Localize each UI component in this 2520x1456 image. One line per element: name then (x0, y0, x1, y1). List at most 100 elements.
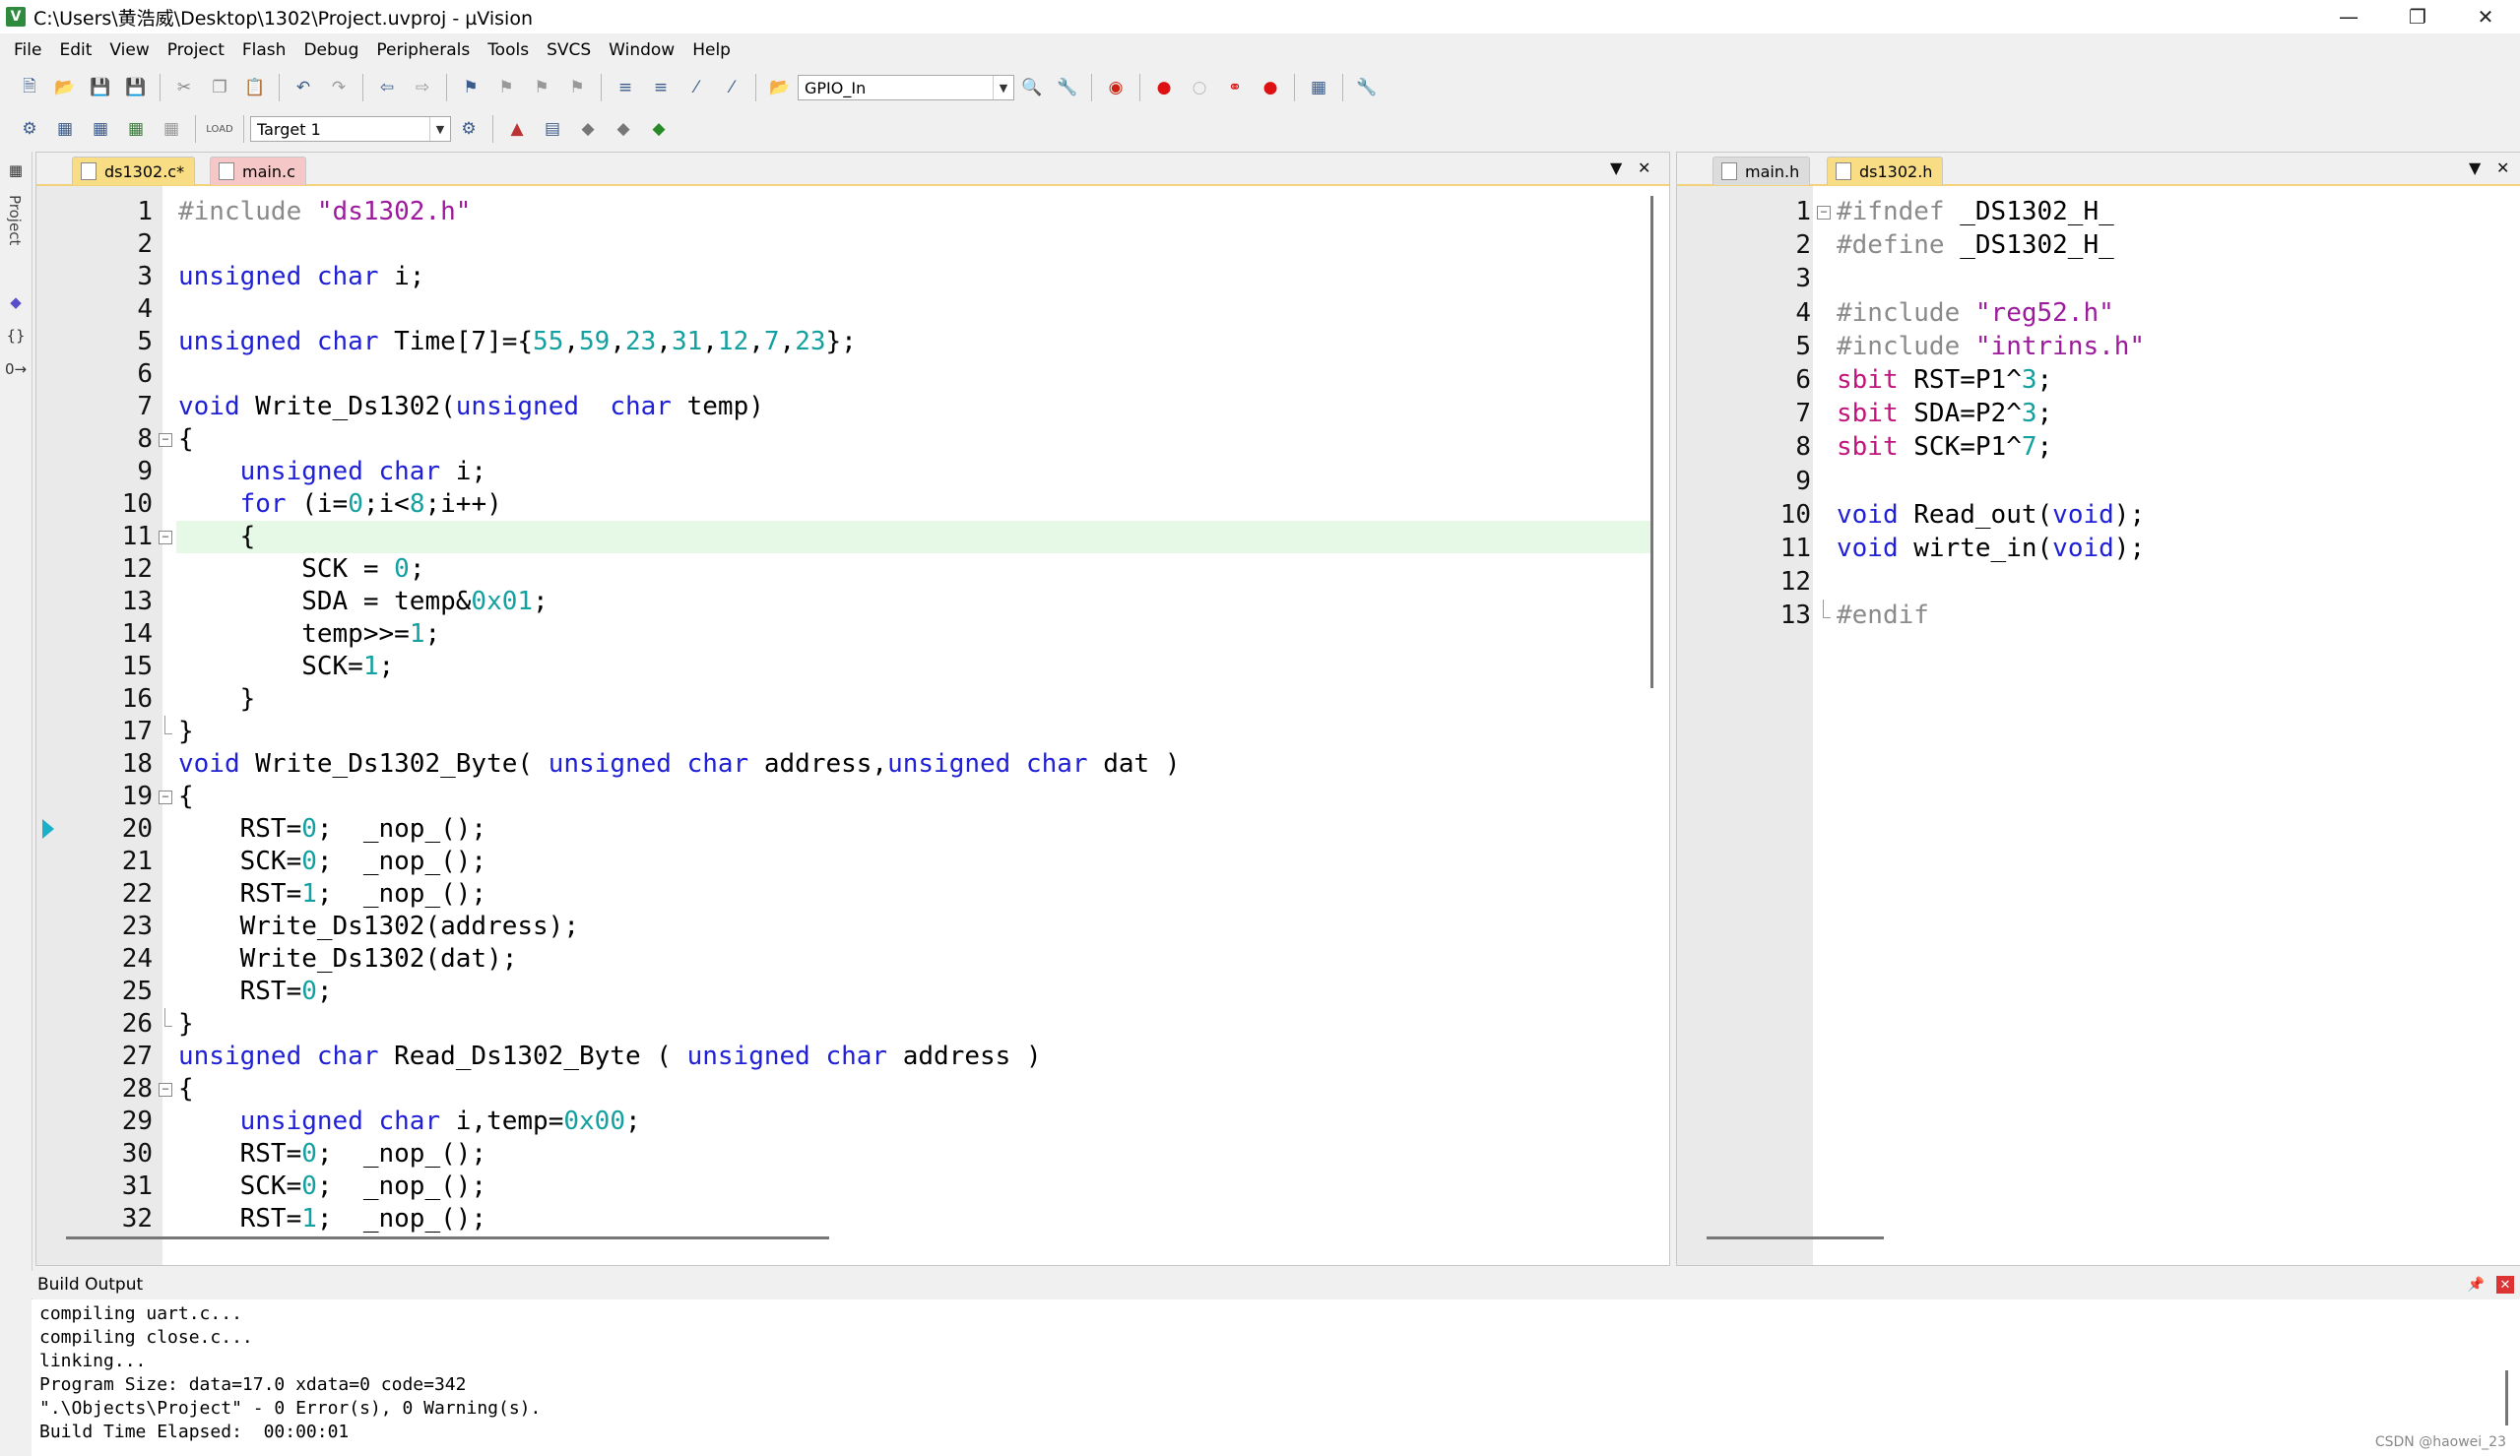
code-text[interactable]: void Read_out(void); (1837, 499, 2145, 532)
code-text[interactable]: SDA = temp&0x01; (178, 586, 548, 618)
code-line[interactable]: 4 #include "reg52.h" (1677, 297, 2520, 330)
manage-project-icon[interactable]: ▲ (504, 116, 530, 142)
code-text[interactable]: unsigned char Read_Ds1302_Byte ( unsigne… (178, 1041, 1042, 1073)
tab-main-c[interactable]: main.c (210, 157, 306, 185)
fold-toggle-icon[interactable]: − (159, 531, 172, 544)
code-text[interactable]: } (178, 716, 194, 748)
code-line[interactable]: 19−{ (36, 781, 1669, 813)
code-text[interactable]: SCK=0; _nop_(); (178, 1171, 486, 1203)
code-line[interactable]: 5 unsigned char Time[7]={55,59,23,31,12,7… (36, 326, 1669, 358)
code-line[interactable]: 1 #include "ds1302.h" (36, 196, 1669, 228)
code-line[interactable]: 3 unsigned char i; (36, 261, 1669, 293)
target-select[interactable]: Target 1 ▼ (250, 116, 451, 142)
project-window-icon[interactable]: ▦ (5, 159, 27, 181)
download-icon[interactable]: LOAD (206, 116, 232, 142)
window-layout-icon[interactable]: ▦ (1306, 75, 1331, 100)
code-line[interactable]: 13 #endif (1677, 600, 2520, 632)
code-line[interactable]: 14 temp>>=1; (36, 618, 1669, 651)
menu-edit[interactable]: Edit (59, 40, 92, 60)
save-all-icon[interactable]: 💾 (123, 75, 149, 100)
code-line[interactable]: 29 unsigned char i,temp=0x00; (36, 1106, 1669, 1138)
horizontal-scrollbar[interactable] (1707, 1236, 1884, 1239)
code-line[interactable]: 6 sbit RST=P1^3; (1677, 364, 2520, 397)
code-line[interactable]: 2 #define _DS1302_H_ (1677, 229, 2520, 262)
code-text[interactable]: SCK=1; (178, 651, 394, 683)
uncomment-icon[interactable]: ⁄ (719, 75, 744, 100)
code-line[interactable]: 8−{ (36, 423, 1669, 456)
paste-icon[interactable]: 📋 (242, 75, 268, 100)
breakpoint-disable-icon[interactable]: ○ (1187, 75, 1212, 100)
find-in-files-icon[interactable]: 📂 (767, 75, 793, 100)
code-line[interactable]: 30 RST=0; _nop_(); (36, 1138, 1669, 1171)
copy-icon[interactable]: ❐ (207, 75, 232, 100)
close-icon[interactable]: ✕ (2496, 1276, 2514, 1294)
code-line[interactable]: 7 void Write_Ds1302(unsigned char temp) (36, 391, 1669, 423)
code-text[interactable]: SCK=0; _nop_(); (178, 846, 486, 878)
code-line[interactable]: 11− { (36, 521, 1669, 553)
menu-project[interactable]: Project (167, 40, 225, 60)
bookmark-next-icon[interactable]: ⚑ (529, 75, 554, 100)
code-line[interactable]: 3 (1677, 263, 2520, 295)
save-icon[interactable]: 💾 (88, 75, 113, 100)
pack-installer-green-icon[interactable]: ◆ (646, 116, 672, 142)
fold-toggle-icon[interactable]: − (1817, 206, 1831, 220)
code-line[interactable]: 9 unsigned char i; (36, 456, 1669, 488)
menu-window[interactable]: Window (609, 40, 675, 60)
comment-icon[interactable]: ⁄ (683, 75, 709, 100)
fold-toggle-icon[interactable]: − (159, 433, 172, 447)
code-text[interactable]: void wirte_in(void); (1837, 533, 2145, 565)
menu-view[interactable]: View (109, 40, 149, 60)
code-text[interactable]: } (178, 683, 256, 716)
translate-icon[interactable]: ⚙ (17, 116, 42, 142)
code-line[interactable]: 2 (36, 228, 1669, 261)
code-line[interactable]: 9 (1677, 466, 2520, 498)
code-text[interactable]: RST=0; (178, 976, 333, 1008)
code-text[interactable]: RST=0; _nop_(); (178, 813, 486, 846)
new-file-icon[interactable]: 🗎 (17, 75, 42, 100)
navigate-forward-icon[interactable]: ⇨ (410, 75, 435, 100)
fold-toggle-icon[interactable]: − (159, 1083, 172, 1097)
debug-session-icon[interactable]: ◉ (1103, 75, 1129, 100)
code-line[interactable]: 32 RST=1; _nop_(); (36, 1203, 1669, 1235)
bookmark-insert-icon[interactable]: ⚑ (458, 75, 484, 100)
code-line[interactable]: 25 RST=0; (36, 976, 1669, 1008)
code-line[interactable]: 12 SCK = 0; (36, 553, 1669, 586)
breakpoint-disable-all-icon[interactable]: ⚭ (1222, 75, 1248, 100)
tab-ds1302-c[interactable]: ds1302.c* (72, 157, 196, 185)
code-text[interactable]: Write_Ds1302(address); (178, 911, 579, 943)
code-text[interactable]: #include "ds1302.h" (178, 196, 471, 228)
incremental-find-icon[interactable]: 🔧 (1055, 75, 1080, 100)
code-line[interactable]: 27 unsigned char Read_Ds1302_Byte ( unsig… (36, 1041, 1669, 1073)
templates-icon[interactable]: 0→ (5, 358, 27, 380)
close-icon[interactable]: ✕ (2496, 158, 2509, 177)
code-text[interactable]: sbit SDA=P2^3; (1837, 398, 2052, 430)
restore-icon[interactable]: ❐ (2383, 0, 2452, 33)
menu-debug[interactable]: Debug (303, 40, 358, 60)
breakpoint-kill-all-icon[interactable]: ● (1258, 75, 1283, 100)
pin-icon[interactable]: 📌 (2468, 1277, 2485, 1293)
project-tab-label[interactable]: Project (6, 195, 24, 245)
code-line[interactable]: 17} (36, 716, 1669, 748)
chevron-down-icon[interactable]: ▼ (993, 76, 1013, 99)
pack-installer-icon[interactable]: ◆ (611, 116, 636, 142)
bookmark-clear-icon[interactable]: ⚑ (564, 75, 590, 100)
stop-build-icon[interactable]: ▦ (159, 116, 184, 142)
code-line[interactable]: 26} (36, 1008, 1669, 1041)
minimize-icon[interactable]: — (2314, 0, 2383, 33)
books-icon[interactable]: ◆ (5, 291, 27, 313)
code-line[interactable]: 6 (36, 358, 1669, 391)
code-line[interactable]: 16 } (36, 683, 1669, 716)
code-line[interactable]: 21 SCK=0; _nop_(); (36, 846, 1669, 878)
menu-peripherals[interactable]: Peripherals (376, 40, 470, 60)
menu-svcs[interactable]: SVCS (547, 40, 591, 60)
code-text[interactable]: { (178, 521, 256, 553)
chevron-down-icon[interactable]: ▼ (429, 117, 450, 141)
menu-tools[interactable]: Tools (487, 40, 529, 60)
configure-icon[interactable]: 🔧 (1354, 75, 1380, 100)
redo-icon[interactable]: ↷ (326, 75, 352, 100)
code-text[interactable]: #endif (1837, 600, 1929, 632)
code-text[interactable]: Write_Ds1302(dat); (178, 943, 518, 976)
unindent-icon[interactable]: ≡ (648, 75, 674, 100)
code-line[interactable]: 24 Write_Ds1302(dat); (36, 943, 1669, 976)
code-line[interactable]: 1− #ifndef _DS1302_H_ (1677, 196, 2520, 228)
